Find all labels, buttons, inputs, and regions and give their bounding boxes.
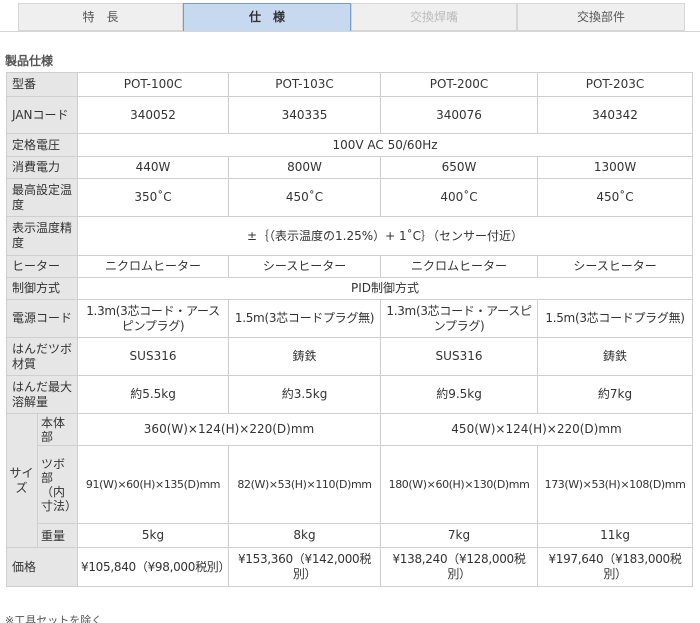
row-accuracy: 表示温度精度 ±｛（表示温度の1.25%）+ 1˚C｝（センサー付近） xyxy=(5,216,694,256)
power-value: 650W xyxy=(380,156,539,179)
pot-material-value: 鋳鉄 xyxy=(537,337,694,376)
size-pot-value: 82(W)×53(H)×110(D)mm xyxy=(228,445,382,524)
jan-code: 340052 xyxy=(77,96,230,134)
control-value: PID制御方式 xyxy=(77,277,694,300)
size-body-value: 360(W)×124(H)×220(D)mm xyxy=(77,413,382,446)
model-name: POT-203C xyxy=(537,72,694,97)
size-body-value: 450(W)×124(H)×220(D)mm xyxy=(380,413,694,446)
row-voltage: 定格電圧 100V AC 50/60Hz xyxy=(5,133,694,157)
size-pot-value: 91(W)×60(H)×135(D)mm xyxy=(77,445,230,524)
accuracy-value: ±｛（表示温度の1.25%）+ 1˚C｝（センサー付近） xyxy=(77,216,694,256)
row-power: 消費電力 440W 800W 650W 1300W xyxy=(5,156,694,179)
tab-replacement-parts[interactable]: 交換部件 xyxy=(517,3,685,31)
max-temp-value: 450˚C xyxy=(537,178,694,217)
label-max-temp: 最高設定温度 xyxy=(5,178,79,217)
capacity-value: 約9.5kg xyxy=(380,375,539,414)
row-max-temp: 最高設定温度 350˚C 450˚C 400˚C 450˚C xyxy=(5,178,694,217)
weight-value: 7kg xyxy=(380,523,539,548)
row-size-body: サイズ 本体部 360(W)×124(H)×220(D)mm 450(W)×12… xyxy=(6,413,694,548)
pot-material-value: SUS316 xyxy=(77,337,230,376)
row-pot-material: はんだツボ材質 SUS316 鋳鉄 SUS316 鋳鉄 xyxy=(5,337,694,376)
price-value: ¥153,360（¥142,000税別） xyxy=(228,547,382,587)
heater-value: ニクロムヒーター xyxy=(380,255,539,278)
cord-value: 1.5m(3芯コードプラグ無) xyxy=(228,299,382,338)
heater-value: シースヒーター xyxy=(537,255,694,278)
spec-table: 型番 POT-100C POT-103C POT-200C POT-203C J… xyxy=(5,72,694,587)
label-heater: ヒーター xyxy=(5,255,79,278)
cord-value: 1.3m(3芯コード・アースピンプラグ) xyxy=(380,299,539,338)
label-size-weight: 重量 xyxy=(36,523,79,548)
tab-replacement-tips[interactable]: 交換焊嘴 xyxy=(351,3,517,31)
weight-value: 11kg xyxy=(537,523,694,548)
price-value: ¥197,640（¥183,000税別） xyxy=(537,547,694,587)
size-pot-value: 173(W)×53(H)×108(D)mm xyxy=(537,445,694,524)
size-pot-value: 180(W)×60(H)×130(D)mm xyxy=(380,445,539,524)
cord-value: 1.3m(3芯コード・アースピンプラグ) xyxy=(77,299,230,338)
row-heater: ヒーター ニクロムヒーター シースヒーター ニクロムヒーター シースヒーター xyxy=(5,255,694,278)
row-price: 価格 ¥105,840（¥98,000税別） ¥153,360（¥142,000… xyxy=(5,547,694,587)
section-title: 製品仕様 xyxy=(5,54,54,68)
model-name: POT-200C xyxy=(380,72,539,97)
label-size-body: 本体部 xyxy=(36,413,79,446)
weight-value: 8kg xyxy=(228,523,382,548)
tab-specs[interactable]: 仕 様 xyxy=(183,3,351,32)
label-jan: JANコード xyxy=(5,96,79,134)
row-model: 型番 POT-100C POT-103C POT-200C POT-203C xyxy=(5,72,694,97)
label-capacity: はんだ最大溶解量 xyxy=(5,375,79,414)
voltage-value: 100V AC 50/60Hz xyxy=(77,133,694,157)
tab-divider xyxy=(0,31,700,32)
row-size-weight: 重量 5kg 8kg 7kg 11kg xyxy=(7,523,694,548)
label-size: サイズ xyxy=(6,413,38,548)
label-pot-material: はんだツボ材質 xyxy=(5,337,79,376)
label-price: 価格 xyxy=(5,547,79,587)
model-name: POT-103C xyxy=(228,72,382,97)
jan-code: 340342 xyxy=(537,96,694,134)
footnote: ※工具セットを除く xyxy=(5,614,103,623)
row-size-pot: ツボ部（内寸法） 91(W)×60(H)×135(D)mm 82(W)×53(H… xyxy=(7,445,694,524)
heater-value: ニクロムヒーター xyxy=(77,255,230,278)
price-value: ¥138,240（¥128,000税別） xyxy=(380,547,539,587)
tab-features[interactable]: 特 長 xyxy=(18,3,183,31)
power-value: 1300W xyxy=(537,156,694,179)
capacity-value: 約3.5kg xyxy=(228,375,382,414)
model-name: POT-100C xyxy=(77,72,230,97)
power-value: 440W xyxy=(77,156,230,179)
row-jan: JANコード 340052 340335 340076 340342 xyxy=(5,96,694,134)
power-value: 800W xyxy=(228,156,382,179)
cord-value: 1.5m(3芯コードプラグ無) xyxy=(537,299,694,338)
label-power: 消費電力 xyxy=(5,156,79,179)
pot-material-value: 鋳鉄 xyxy=(228,337,382,376)
label-model: 型番 xyxy=(5,72,79,97)
label-control: 制御方式 xyxy=(5,277,79,300)
label-voltage: 定格電圧 xyxy=(5,133,79,157)
capacity-value: 約7kg xyxy=(537,375,694,414)
max-temp-value: 400˚C xyxy=(380,178,539,217)
jan-code: 340076 xyxy=(380,96,539,134)
max-temp-value: 350˚C xyxy=(77,178,230,217)
row-control: 制御方式 PID制御方式 xyxy=(5,277,694,300)
label-accuracy: 表示温度精度 xyxy=(5,216,79,256)
tab-bar: 特 長 仕 様 交換焊嘴 交換部件 xyxy=(0,0,700,32)
weight-value: 5kg xyxy=(77,523,230,548)
capacity-value: 約5.5kg xyxy=(77,375,230,414)
row-capacity: はんだ最大溶解量 約5.5kg 約3.5kg 約9.5kg 約7kg xyxy=(5,375,694,414)
row-cord: 電源コード 1.3m(3芯コード・アースピンプラグ) 1.5m(3芯コードプラグ… xyxy=(5,299,694,338)
pot-material-value: SUS316 xyxy=(380,337,539,376)
heater-value: シースヒーター xyxy=(228,255,382,278)
label-size-pot: ツボ部（内寸法） xyxy=(36,445,79,524)
label-cord: 電源コード xyxy=(5,299,79,338)
max-temp-value: 450˚C xyxy=(228,178,382,217)
price-value: ¥105,840（¥98,000税別） xyxy=(77,547,231,587)
jan-code: 340335 xyxy=(228,96,382,134)
